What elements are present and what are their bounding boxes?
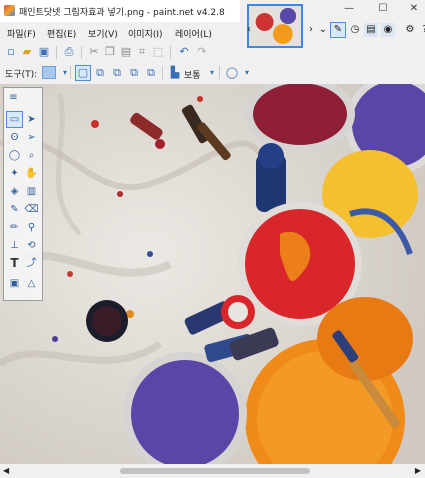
- chevron-down-icon[interactable]: ▾: [240, 66, 254, 80]
- cut-icon[interactable]: ✂: [87, 45, 101, 59]
- tool-picker-icon[interactable]: [42, 66, 56, 79]
- toolbar-separator: [219, 66, 220, 79]
- selection-union-icon[interactable]: ⧉: [93, 66, 107, 80]
- window-title: 패인트닷넷 그림자효과 넣기.png - paint.net v4.2.8: [19, 8, 225, 18]
- minimize-button[interactable]: —: [340, 3, 358, 17]
- blend-mode-value[interactable]: 보통: [184, 68, 201, 81]
- settings-gear-icon[interactable]: ⚙: [403, 23, 417, 37]
- layers-window-icon[interactable]: ▤: [364, 23, 378, 37]
- crop-icon[interactable]: ⌗: [135, 45, 149, 59]
- colors-window-icon[interactable]: ◉: [381, 23, 395, 37]
- deselect-icon[interactable]: ⬚: [151, 45, 165, 59]
- chevron-down-icon[interactable]: ⌄: [316, 23, 330, 37]
- menu-layer[interactable]: 레이어(L): [175, 27, 212, 40]
- tools-window-toggle-icon[interactable]: ✎: [330, 22, 346, 38]
- triangle-shape-icon[interactable]: △: [24, 276, 39, 291]
- line-curve-tool-icon[interactable]: ⤴: [24, 256, 39, 271]
- copy-icon[interactable]: ❐: [103, 45, 117, 59]
- chevron-down-icon[interactable]: ▾: [205, 66, 219, 80]
- horizontal-scrollbar[interactable]: ◀ ▶: [0, 464, 425, 478]
- tools-window-grip-icon[interactable]: ≡: [6, 90, 21, 105]
- menu-view[interactable]: 보기(V): [88, 27, 118, 40]
- close-button[interactable]: ✕: [405, 3, 423, 17]
- pencil-tool-icon[interactable]: ✏: [7, 220, 22, 235]
- chevron-left-icon[interactable]: ‹: [242, 23, 256, 37]
- toolbar-separator: [162, 66, 163, 79]
- toolbar-separator: [170, 46, 171, 59]
- new-file-icon[interactable]: ▫: [4, 45, 18, 59]
- undo-icon[interactable]: ↶: [177, 45, 191, 59]
- menu-file[interactable]: 파일(F): [7, 27, 36, 40]
- help-icon[interactable]: ?: [418, 23, 425, 37]
- paste-icon[interactable]: ▤: [119, 45, 133, 59]
- tool-label: 도구(T):: [5, 70, 38, 80]
- tool-options-bar: 도구(T): ▾ ▢ ⧉ ⧉ ⧉ ⧉ ▙ 보통 ▾ ◯ ▾: [0, 62, 425, 84]
- image-strip: ‹ › ⌄ ✎ ◷ ▤ ◉ ⚙ ? — ☐ ✕: [240, 0, 425, 48]
- toolbar-separator: [56, 46, 57, 59]
- eraser-tool-icon[interactable]: ⌫: [24, 202, 39, 217]
- main-toolbar: ▫ ▰ ▣ ⎙ ✂ ❐ ▤ ⌗ ⬚ ↶ ↷: [0, 42, 425, 62]
- menu-edit[interactable]: 편집(E): [47, 27, 76, 40]
- history-window-icon[interactable]: ◷: [348, 23, 362, 37]
- scrollbar-thumb[interactable]: [120, 468, 310, 474]
- zoom-tool-icon[interactable]: ⌕: [24, 148, 39, 163]
- antialias-icon[interactable]: ◯: [225, 66, 239, 80]
- scroll-right-icon[interactable]: ▶: [415, 466, 421, 475]
- recolor-tool-icon[interactable]: ⟲: [24, 238, 39, 253]
- color-picker-tool-icon[interactable]: ⚲: [24, 220, 39, 235]
- selection-exclude-icon[interactable]: ⧉: [110, 66, 124, 80]
- redo-icon[interactable]: ↷: [195, 45, 209, 59]
- toolbar-separator: [81, 46, 82, 59]
- save-icon[interactable]: ▣: [37, 45, 51, 59]
- paint-bucket-tool-icon[interactable]: ◈: [7, 184, 22, 199]
- open-folder-icon[interactable]: ▰: [20, 45, 34, 59]
- maximize-button[interactable]: ☐: [374, 3, 392, 17]
- print-icon[interactable]: ⎙: [62, 45, 76, 59]
- canvas[interactable]: [0, 84, 425, 464]
- move-selection-outline-tool-icon[interactable]: ➢: [24, 130, 39, 145]
- magic-wand-tool-icon[interactable]: ✦: [7, 166, 22, 181]
- scroll-left-icon[interactable]: ◀: [3, 466, 9, 475]
- gradient-tool-icon[interactable]: ▥: [24, 184, 39, 199]
- paint-net-logo-icon: [4, 5, 15, 16]
- menu-bar: 파일(F) 편집(E) 보기(V) 이미지(I) 레이어(L): [0, 22, 240, 42]
- rectangle-select-tool-icon[interactable]: ▭: [6, 111, 23, 128]
- lasso-select-tool-icon[interactable]: ʘ: [7, 130, 22, 145]
- selection-replace-icon[interactable]: ▢: [75, 65, 91, 81]
- move-selection-tool-icon[interactable]: ➤: [24, 112, 39, 127]
- ellipse-select-tool-icon[interactable]: ◯: [7, 148, 22, 163]
- selection-intersect-icon[interactable]: ⧉: [127, 66, 141, 80]
- paint-cans-image: [0, 84, 425, 464]
- pan-tool-icon[interactable]: ✋: [24, 166, 39, 181]
- text-tool-icon[interactable]: T: [7, 256, 22, 271]
- menu-image[interactable]: 이미지(I): [128, 27, 163, 40]
- selection-invert-icon[interactable]: ⧉: [144, 66, 158, 80]
- paintbrush-tool-icon[interactable]: ✎: [7, 202, 22, 217]
- shapes-tool-icon[interactable]: ▣: [7, 276, 22, 291]
- clone-stamp-tool-icon[interactable]: ⊥: [7, 238, 22, 253]
- toolbar-separator: [70, 66, 71, 79]
- tools-window: ≡ ▭ ➤ ʘ ➢ ◯ ⌕ ✦ ✋ ◈ ▥ ✎ ⌫ ✏ ⚲ ⊥ ⟲ T ⤴ ▣ …: [3, 87, 43, 301]
- blend-mode-icon[interactable]: ▙: [168, 66, 182, 80]
